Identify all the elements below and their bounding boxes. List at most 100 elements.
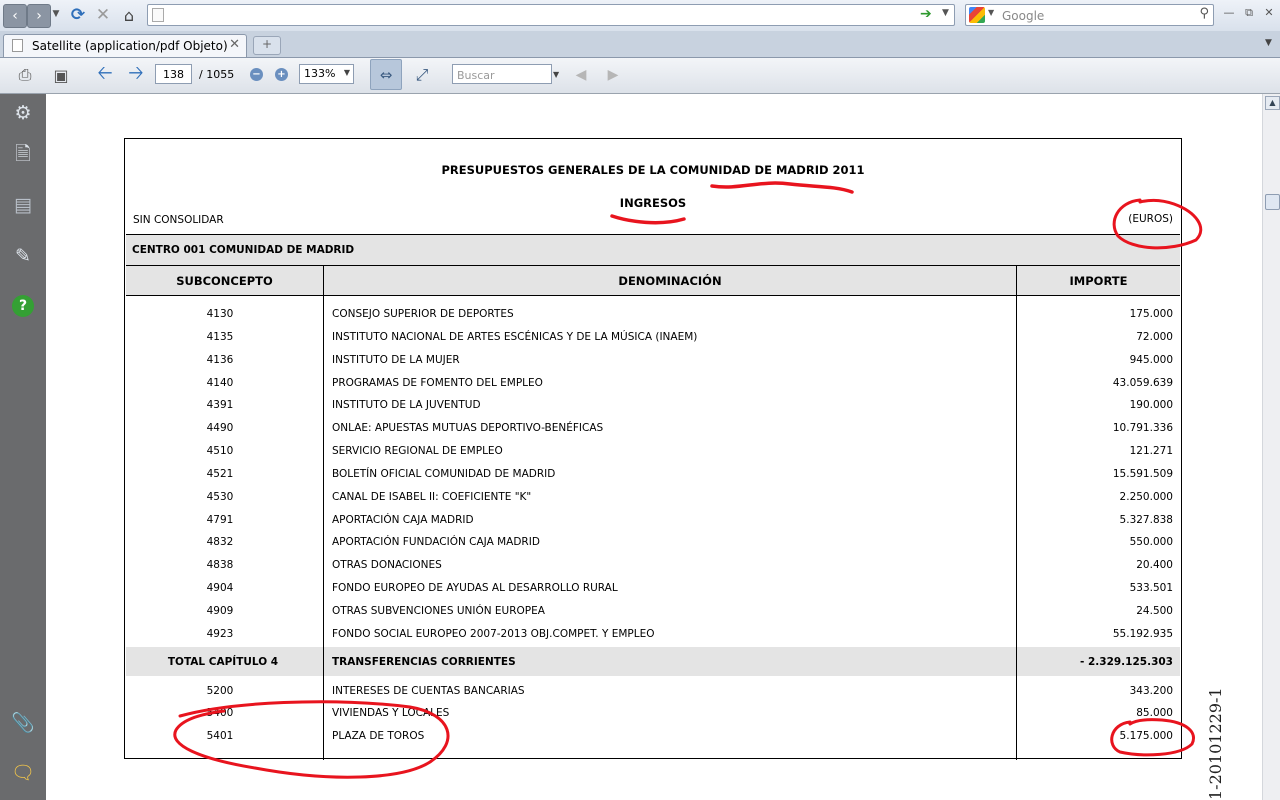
plus-icon: + [277,69,286,80]
zoom-out-button[interactable]: − [250,68,263,81]
go-arrow-icon[interactable]: ➔ [920,6,932,22]
table-row: 4909 OTRAS SUBVENCIONES UNIÓN EUROPEA 24.5… [125,602,1181,622]
chevron-down-icon[interactable]: ▼ [988,8,994,17]
print-button[interactable]: ⎙ [14,65,36,85]
binoculars-icon[interactable]: ▤ [10,192,36,218]
document-icon [12,39,23,52]
row-name: APORTACIÓN CAJA MADRID [332,514,474,526]
centre-header: CENTRO 001 COMUNIDAD DE MADRID [126,234,1180,265]
row-code: 4136 [206,354,234,366]
table-row: 4140 PROGRAMAS DE FOMENTO DEL EMPLEO 43.05… [125,374,1181,394]
row-amount: 10.791.336 [1112,422,1173,434]
row-code: 4530 [206,491,234,503]
tab-title: Satellite (application/pdf Objeto) [32,39,228,53]
find-next-icon: ▶ [607,67,619,83]
row-code: 5400 [206,707,234,719]
new-tab-button[interactable]: + [253,36,281,55]
url-bar[interactable]: ➔ ▼ [147,4,955,26]
pdf-toolbar: ⎙ ▣ 🡠 🡢 / 1055 − + 133% ▼ ⇔ ⤢ ▼ ◀ ▶ [0,58,1280,94]
table-row: 4923 FONDO SOCIAL EUROPEO 2007-2013 OBJ.C… [125,625,1181,645]
close-icon[interactable]: ✕ [1260,6,1278,19]
url-input[interactable] [172,6,906,26]
table-row: 5400 VIVIENDAS Y LOCALES 85.000 [125,704,1181,724]
previous-page-button[interactable]: 🡠 [94,62,116,85]
printer-icon: ⎙ [18,65,32,84]
tab-pdf-document[interactable]: Satellite (application/pdf Objeto) ✕ [3,34,247,57]
search-input[interactable] [1000,6,1189,26]
row-name: FONDO SOCIAL EUROPEO 2007-2013 OBJ.COMPE… [332,628,655,640]
row-code: 4838 [206,559,234,571]
forward-arrow-icon: › [36,8,42,24]
arrow-right-icon: 🡢 [128,62,144,84]
row-amount: 175.000 [1129,308,1173,320]
zoom-in-button[interactable]: + [275,68,288,81]
pages-icon[interactable]: 🗎 [10,143,36,169]
forward-button[interactable]: › [27,4,51,28]
consolidation-label: SIN CONSOLIDAR [133,214,224,226]
total-name: TRANSFERENCIAS CORRIENTES [332,656,516,668]
fit-width-button[interactable]: ⇔ [370,59,402,90]
close-tab-icon[interactable]: ✕ [229,37,240,52]
find-input[interactable] [455,66,553,84]
stop-button[interactable]: ✕ [92,4,114,26]
sign-icon[interactable]: ✎ [10,243,36,269]
search-bar[interactable]: ▼ ⚲ [965,4,1214,26]
scroll-up-icon[interactable]: ▲ [1265,96,1280,110]
row-amount: 24.500 [1136,605,1173,617]
page-number-input[interactable] [155,64,192,84]
chevron-down-icon[interactable]: ▼ [553,70,559,79]
find-next-button[interactable]: ▶ [602,65,624,85]
row-amount: 5.175.000 [1119,730,1173,742]
security-icon[interactable]: ⚙ [10,100,36,126]
home-button[interactable]: ⌂ [118,4,140,26]
find-previous-button[interactable]: ◀ [570,65,592,85]
scrollbar-thumb[interactable] [1265,194,1280,210]
row-name: INSTITUTO DE LA MUJER [332,354,460,366]
table-row: 4530 CANAL DE ISABEL II: COEFICIENTE "K" 2… [125,488,1181,508]
side-stamp: 1-20101229-1 [1192,687,1225,800]
comments-icon[interactable]: 🗨 [10,759,36,785]
table-row: 4791 APORTACIÓN CAJA MADRID 5.327.838 [125,511,1181,531]
vertical-scrollbar[interactable]: ▲ [1262,94,1280,800]
search-icon[interactable]: ⚲ [1199,6,1209,21]
row-amount: 550.000 [1129,536,1173,548]
row-code: 5401 [206,730,234,742]
row-amount: 5.327.838 [1119,514,1173,526]
row-amount: 190.000 [1129,399,1173,411]
row-amount: 15.591.509 [1112,468,1173,480]
back-button[interactable]: ‹ [3,4,27,28]
minus-icon: − [252,69,261,80]
minimize-icon[interactable]: — [1220,6,1238,19]
row-amount: 343.200 [1129,685,1173,697]
budget-table: PRESUPUESTOS GENERALES DE LA COMUNIDAD D… [124,138,1182,760]
paperclip-icon[interactable]: 📎 [10,709,36,735]
side-stamp-text: 1-20101229-1 [1206,687,1225,800]
save-button[interactable]: ▣ [50,65,72,85]
find-previous-icon: ◀ [575,67,587,83]
row-amount: 533.501 [1129,582,1173,594]
table-row: 4521 BOLETÍN OFICIAL COMUNIDAD DE MADRID 1… [125,465,1181,485]
row-name: INSTITUTO NACIONAL DE ARTES ESCÉNICAS Y … [332,331,698,343]
row-name: SERVICIO REGIONAL DE EMPLEO [332,445,503,457]
history-dropdown-button[interactable]: ▼ [51,7,61,21]
fit-page-button[interactable]: ⤢ [411,65,433,85]
row-name: ONLAE: APUESTAS MUTUAS DEPORTIVO-BENÉFIC… [332,422,604,434]
row-name: CONSEJO SUPERIOR DE DEPORTES [332,308,514,320]
arrow-left-icon: 🡠 [97,62,113,84]
tab-strip: Satellite (application/pdf Objeto) ✕ + ▼ [0,31,1280,58]
find-box[interactable] [452,64,553,84]
zoom-select[interactable]: 133% ▼ [299,64,354,84]
help-icon[interactable]: ? [10,293,36,319]
next-page-button[interactable]: 🡢 [125,62,147,85]
row-name: BOLETÍN OFICIAL COMUNIDAD DE MADRID [332,468,556,480]
url-dropdown-icon[interactable]: ▼ [942,8,949,18]
google-logo-icon[interactable] [969,7,985,23]
chevron-down-icon[interactable]: ▼ [1265,38,1272,48]
reload-button[interactable]: ⟳ [67,4,89,26]
restore-icon[interactable]: ⧉ [1240,6,1258,20]
row-amount: 43.059.639 [1112,377,1173,389]
row-name: OTRAS DONACIONES [332,559,442,571]
row-code: 4832 [206,536,234,548]
column-header-importe: IMPORTE [1069,274,1128,288]
stop-icon: ✕ [95,5,111,25]
